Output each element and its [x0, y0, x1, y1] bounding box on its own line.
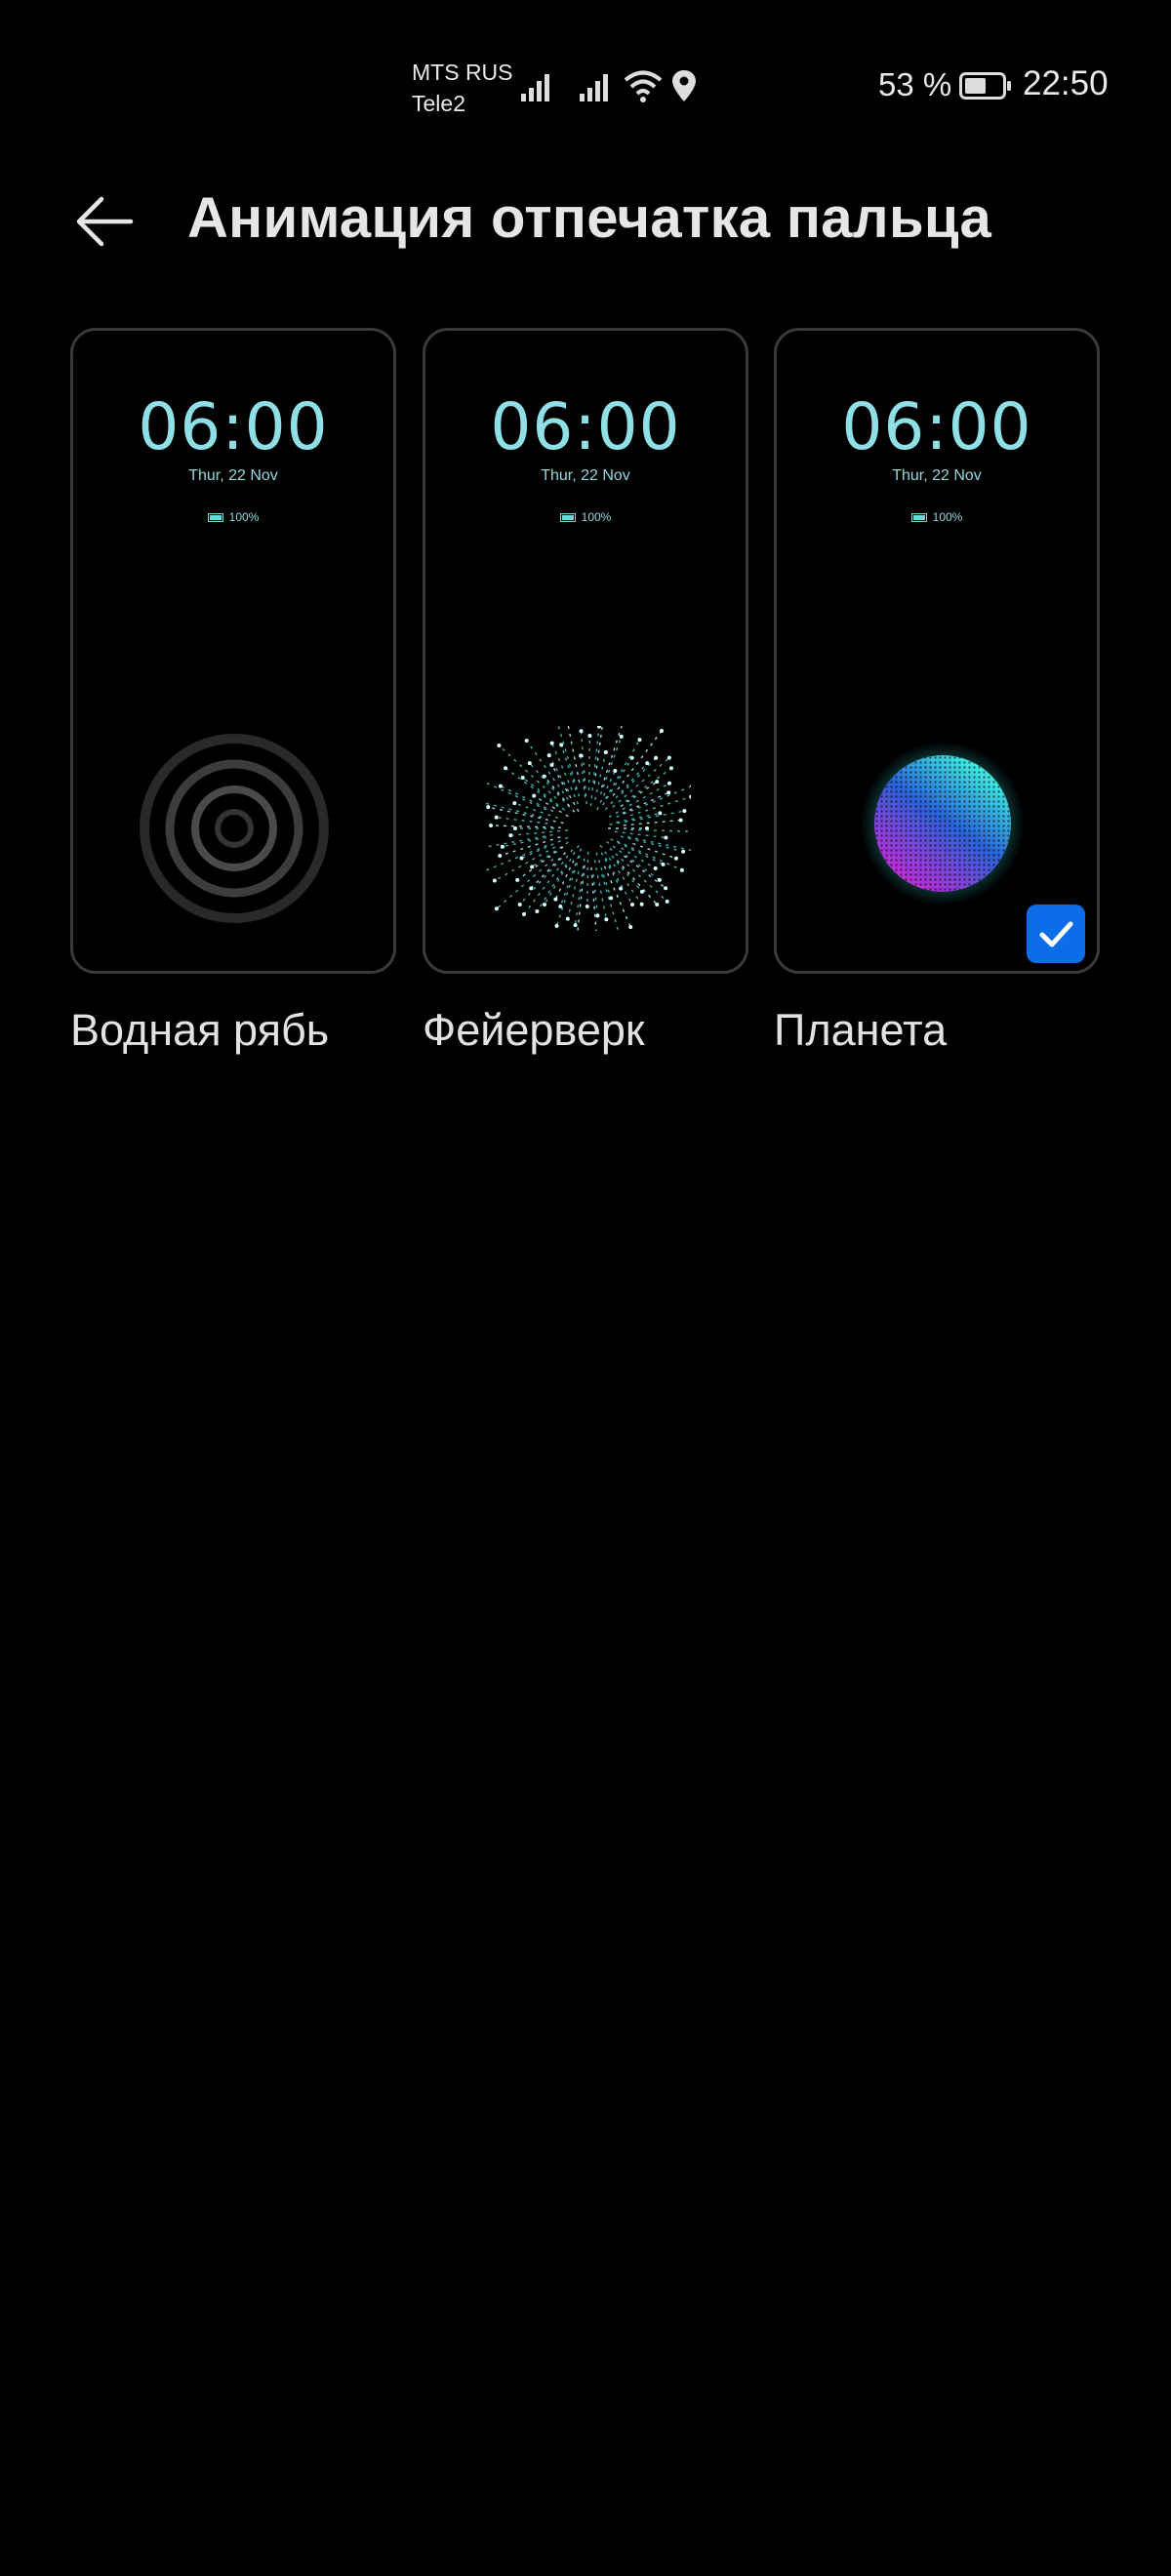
- preview-date: Thur, 22 Nov: [541, 467, 630, 484]
- preview-time: 06:00: [841, 389, 1032, 464]
- preview-battery: 100%: [425, 510, 746, 524]
- battery-icon: [910, 513, 927, 523]
- arrow-left-icon[interactable]: [70, 187, 139, 256]
- animation-option-planet[interactable]: 06:00 Thur, 22 Nov 100%: [774, 328, 1100, 974]
- preview-date: Thur, 22 Nov: [892, 467, 982, 484]
- checkmark-icon: [1039, 921, 1073, 947]
- option-label-ripple[interactable]: Водная рябь: [70, 1005, 329, 1056]
- battery-icon: [559, 513, 576, 523]
- status-time: 22:50: [1023, 64, 1109, 102]
- preview-time: 06:00: [490, 389, 681, 464]
- animation-option-firework[interactable]: 06:00 Thur, 22 Nov 100%: [423, 328, 748, 974]
- selected-checkbox[interactable]: [1027, 905, 1085, 963]
- signal-icon: [580, 74, 608, 101]
- animation-option-ripple[interactable]: 06:00 Thur, 22 Nov 100%: [70, 328, 396, 974]
- option-label-planet[interactable]: Планета: [774, 1005, 947, 1056]
- battery-percent: 53 %: [878, 66, 952, 102]
- carrier-names: MTS RUS Tele2: [412, 57, 513, 119]
- carrier-2: Tele2: [412, 91, 465, 116]
- firework-animation-icon: [486, 726, 691, 931]
- preview-date: Thur, 22 Nov: [188, 467, 278, 484]
- carrier-1: MTS RUS: [412, 60, 513, 85]
- planet-animation-icon: [861, 742, 1025, 906]
- battery-icon: [959, 72, 1011, 100]
- option-label-firework[interactable]: Фейерверк: [423, 1005, 645, 1056]
- battery-icon: [207, 513, 223, 523]
- preview-time: 06:00: [138, 389, 329, 464]
- status-bar: MTS RUS Tele2 53 % 22:50: [0, 0, 1171, 146]
- location-icon: [672, 70, 696, 101]
- preview-battery: 100%: [73, 510, 393, 524]
- ripple-animation-icon: [140, 734, 329, 923]
- wifi-icon: [624, 70, 663, 102]
- preview-battery: 100%: [777, 510, 1097, 524]
- signal-icon: [521, 74, 549, 101]
- page-title: Анимация отпечатка пальца: [187, 186, 992, 250]
